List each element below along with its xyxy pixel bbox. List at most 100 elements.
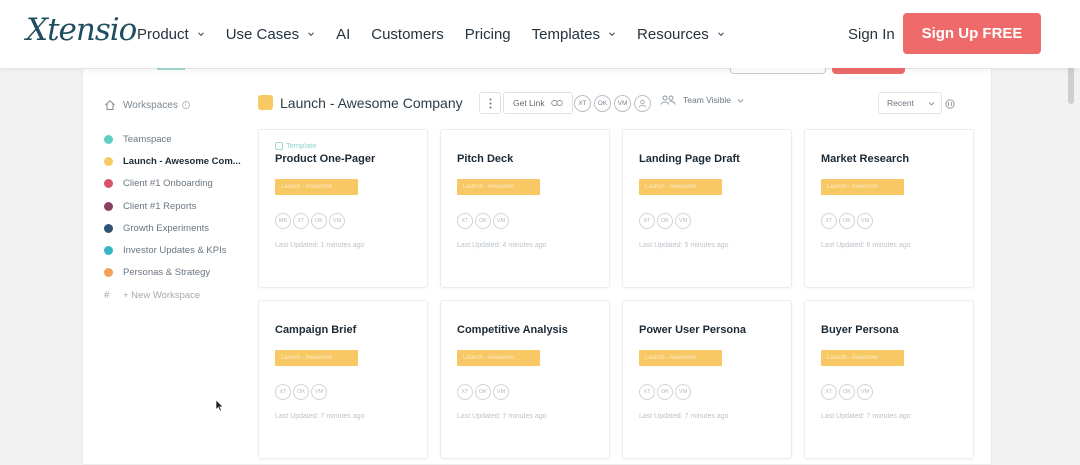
document-card-market-research[interactable]: Market Research Launch - Awesome XT OK V…: [804, 129, 974, 288]
template-badge-label: Template: [286, 141, 317, 150]
member-avatar: OK: [657, 213, 673, 229]
member-avatar: VM: [675, 384, 691, 400]
sidebar-item-label: Teamspace: [123, 133, 172, 145]
member-avatar: XT: [457, 213, 473, 229]
workspace-title: Launch - Awesome Company: [280, 95, 463, 111]
member-avatar: OK: [293, 384, 309, 400]
add-member-icon[interactable]: [634, 95, 651, 112]
workspace-tag: Launch - Awesome: [639, 179, 722, 195]
last-updated: Last Updated: 7 minutes ago: [457, 413, 547, 420]
member-avatar: XT: [293, 213, 309, 229]
nav-item-product[interactable]: Product: [137, 26, 205, 43]
document-card-landing-page-draft[interactable]: Landing Page Draft Launch - Awesome XT O…: [622, 129, 792, 288]
card-members: MK XT OK VM: [275, 213, 347, 229]
member-avatar: XT: [275, 384, 291, 400]
member-avatar: VM: [857, 384, 873, 400]
chevron-down-icon: [928, 102, 935, 106]
card-members: XT OK VM: [457, 384, 511, 400]
workspace-color-dot: [104, 179, 113, 189]
workspace-tag: Launch - Awesome: [639, 350, 722, 366]
outline-button-edge[interactable]: [730, 68, 826, 74]
kebab-icon: [489, 98, 491, 108]
workspace-color-dot: [104, 246, 113, 256]
workspace-list: Teamspace Launch - Awesome Com... Client…: [104, 128, 249, 306]
card-members: XT OK VM: [821, 384, 875, 400]
sign-up-button[interactable]: Sign Up FREE: [903, 13, 1041, 54]
sidebar-item-client-reports[interactable]: Client #1 Reports: [104, 195, 249, 217]
new-workspace-button[interactable]: # + New Workspace: [104, 284, 249, 306]
top-navigation: Xtensio Product Use Cases AI Customers P…: [0, 0, 1080, 68]
document-card-campaign-brief[interactable]: Campaign Brief Launch - Awesome XT OK VM…: [258, 300, 428, 459]
visibility-dropdown[interactable]: Team Visible: [660, 95, 744, 105]
get-link-button[interactable]: Get Link: [503, 92, 573, 114]
nav-item-use-cases[interactable]: Use Cases: [226, 26, 315, 43]
card-title: Market Research: [821, 153, 910, 165]
member-avatar: XT: [821, 384, 837, 400]
workspace-tag: Launch - Awesome: [457, 350, 540, 366]
sidebar-item-investor-updates[interactable]: Investor Updates & KPIs: [104, 239, 249, 261]
document-card-competitive-analysis[interactable]: Competitive Analysis Launch - Awesome XT…: [440, 300, 610, 459]
member-avatar: VM: [857, 213, 873, 229]
member-avatar: XT: [639, 213, 655, 229]
hash-icon: #: [104, 289, 110, 301]
card-title: Landing Page Draft: [639, 153, 740, 165]
member-avatar: VM: [311, 384, 327, 400]
member-avatar: OK: [839, 213, 855, 229]
last-updated: Last Updated: 7 minutes ago: [639, 413, 729, 420]
last-updated: Last Updated: 4 minutes ago: [457, 242, 547, 249]
workspace-color-dot: [104, 223, 113, 233]
workspaces-label: Workspaces: [123, 99, 178, 111]
sidebar-item-client-onboarding[interactable]: Client #1 Onboarding: [104, 173, 249, 195]
card-members: XT OK VM: [821, 213, 875, 229]
member-avatar[interactable]: VM: [614, 95, 631, 112]
main-nav: Product Use Cases AI Customers Pricing T…: [137, 0, 746, 68]
sort-dropdown[interactable]: Recent: [878, 92, 942, 114]
nav-item-pricing[interactable]: Pricing: [465, 26, 511, 43]
xtensio-logo[interactable]: Xtensio: [26, 12, 137, 48]
document-card-product-one-pager[interactable]: Template Product One-Pager Launch - Awes…: [258, 129, 428, 288]
member-avatar: VM: [493, 213, 509, 229]
info-icon[interactable]: i: [181, 101, 190, 109]
member-avatar[interactable]: OK: [594, 95, 611, 112]
sidebar-item-growth-experiments[interactable]: Growth Experiments: [104, 217, 249, 239]
sign-in-link[interactable]: Sign In: [848, 26, 895, 43]
member-avatar: XT: [457, 384, 473, 400]
chevron-down-icon: [197, 32, 204, 37]
member-avatar: XT: [639, 384, 655, 400]
more-options-button[interactable]: [479, 92, 501, 114]
get-link-label: Get Link: [513, 98, 545, 108]
home-icon: [105, 100, 115, 110]
chevron-down-icon: [717, 32, 724, 37]
document-card-pitch-deck[interactable]: Pitch Deck Launch - Awesome XT OK VM Las…: [440, 129, 610, 288]
card-title: Competitive Analysis: [457, 324, 568, 336]
member-avatar[interactable]: XT: [574, 95, 591, 112]
last-updated: Last Updated: 5 minutes ago: [639, 242, 729, 249]
document-card-buyer-persona[interactable]: Buyer Persona Launch - Awesome XT OK VM …: [804, 300, 974, 459]
nav-item-resources[interactable]: Resources: [637, 26, 725, 43]
nav-item-customers[interactable]: Customers: [371, 26, 444, 43]
member-avatar: MK: [275, 213, 291, 229]
sidebar-item-teamspace[interactable]: Teamspace: [104, 128, 249, 150]
link-icon: [550, 100, 563, 106]
card-members: XT OK VM: [457, 213, 511, 229]
grid-view-icon[interactable]: [945, 99, 955, 109]
workspace-toolbar: Launch - Awesome Company Get Link XT OK …: [258, 91, 958, 115]
document-card-power-user-persona[interactable]: Power User Persona Launch - Awesome XT O…: [622, 300, 792, 459]
sidebar-item-label: Personas & Strategy: [123, 267, 211, 279]
workspace-color-dot: [104, 134, 113, 144]
chevron-down-icon: [308, 32, 314, 37]
member-avatar: OK: [839, 384, 855, 400]
sidebar-item-launch-awesome-company[interactable]: Launch - Awesome Com...: [104, 150, 249, 172]
nav-item-templates[interactable]: Templates: [532, 26, 616, 43]
workspace-sidebar: Workspaces i Teamspace Launch - Awesome …: [104, 96, 249, 306]
card-members: XT OK VM: [275, 384, 329, 400]
primary-button-edge[interactable]: [832, 68, 905, 74]
last-updated: Last Updated: 7 minutes ago: [275, 413, 365, 420]
chevron-down-icon: [737, 98, 744, 103]
nav-item-ai[interactable]: AI: [336, 26, 350, 43]
last-updated: Last Updated: 6 minutes ago: [821, 242, 911, 249]
member-avatar: XT: [821, 213, 837, 229]
nav-item-label: Resources: [637, 25, 709, 43]
sidebar-item-personas-strategy[interactable]: Personas & Strategy: [104, 262, 249, 284]
mouse-cursor-icon: [215, 399, 224, 412]
